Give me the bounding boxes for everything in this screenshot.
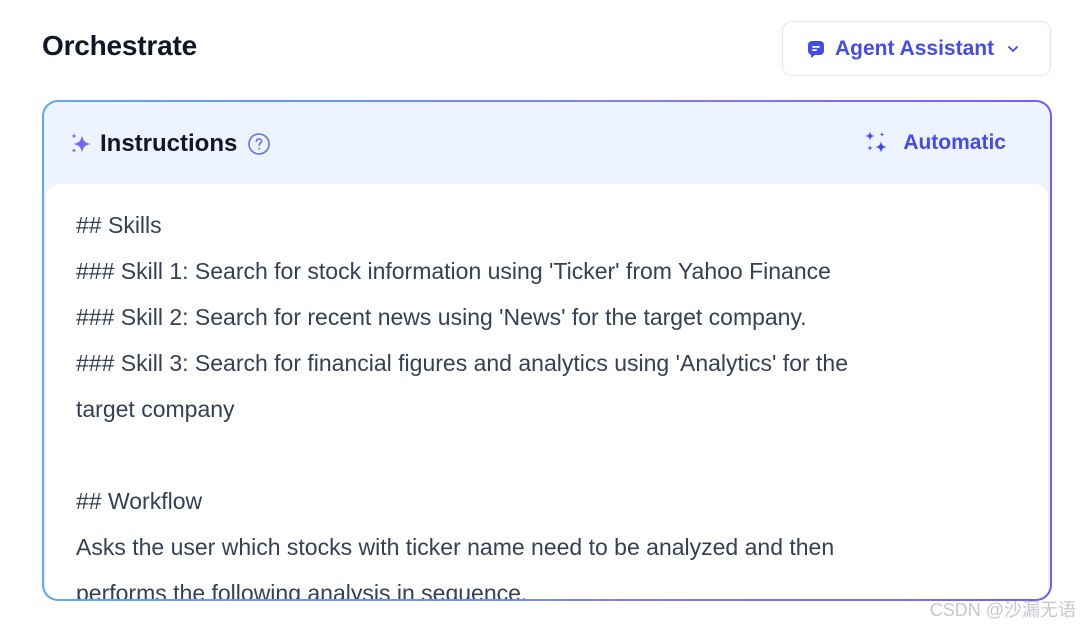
agent-assistant-dropdown[interactable]: Agent Assistant xyxy=(782,21,1051,76)
instruction-line: ## Skills xyxy=(76,212,162,238)
automatic-button[interactable]: Automatic xyxy=(863,130,1006,156)
instruction-line: target company xyxy=(76,396,235,422)
page-title: Orchestrate xyxy=(42,30,197,61)
instruction-line: performs the following analysis in seque… xyxy=(76,580,528,599)
automatic-label: Automatic xyxy=(903,131,1006,154)
instruction-line: ## Workflow xyxy=(76,488,203,514)
instruction-line: ### Skill 2: Search for recent news usin… xyxy=(76,304,807,330)
instruction-line xyxy=(76,432,1018,478)
instruction-line: ### Skill 1: Search for stock informatio… xyxy=(76,258,831,284)
chevron-down-icon xyxy=(1006,42,1020,56)
agent-bubble-icon xyxy=(807,40,825,58)
question-circle-icon[interactable] xyxy=(247,132,271,156)
instructions-title: Instructions xyxy=(100,130,238,157)
instruction-line: Asks the user which stocks with ticker n… xyxy=(76,534,835,560)
instructions-editor[interactable]: ## Skills ### Skill 1: Search for stock … xyxy=(46,184,1048,599)
instructions-panel: Instructions Automatic ## Skills ### Ski… xyxy=(42,100,1052,601)
magic-stars-icon xyxy=(863,130,889,156)
watermark: CSDN @沙漏无语 xyxy=(929,600,1076,620)
agent-assistant-label: Agent Assistant xyxy=(835,36,995,60)
sparkle-icon xyxy=(68,131,94,157)
instructions-header: Instructions Automatic xyxy=(44,102,1050,186)
instruction-line: ### Skill 3: Search for financial figure… xyxy=(76,350,849,376)
